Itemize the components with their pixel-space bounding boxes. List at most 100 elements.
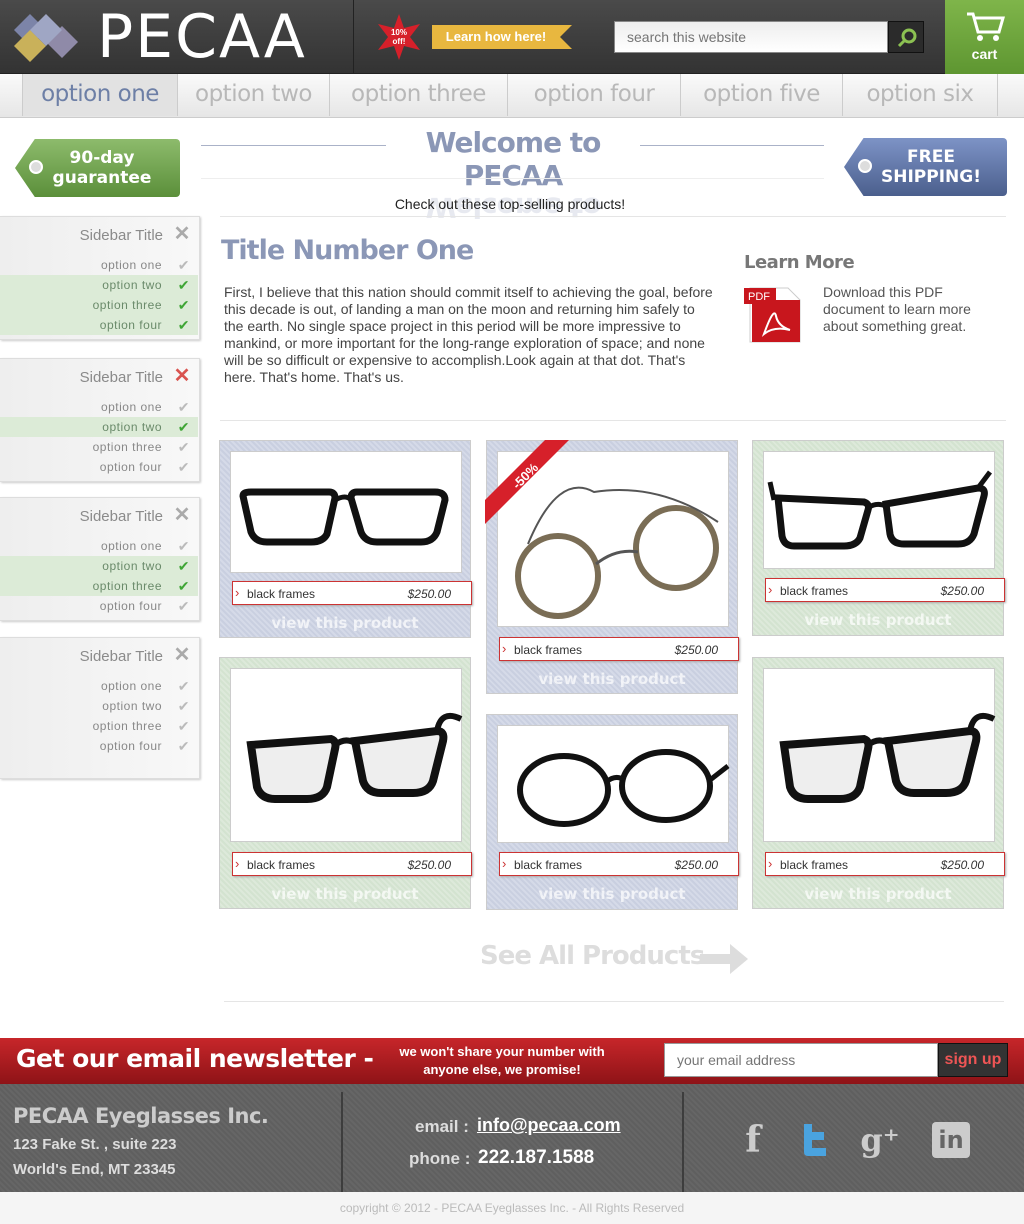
price-tag: › black frames $250.00 — [765, 852, 1005, 876]
product-name: black frames — [247, 587, 316, 601]
sidebar-option[interactable]: option four ✔ — [0, 596, 198, 616]
product-image[interactable] — [230, 668, 463, 842]
sidebar-title: Sidebar Title — [79, 369, 163, 386]
linkedin-icon[interactable]: in — [932, 1122, 970, 1158]
product-image[interactable] — [763, 668, 996, 842]
phone-label: phone : — [409, 1149, 471, 1168]
product-image[interactable] — [230, 451, 462, 573]
sidebar-option[interactable]: option two ✔ — [0, 417, 198, 437]
google-plus-icon[interactable]: g⁺ — [860, 1120, 900, 1160]
email-link[interactable]: info@pecaa.com — [477, 1115, 621, 1136]
sidebar-option[interactable]: option three ✔ — [0, 437, 198, 457]
product-price: $250.00 — [674, 643, 718, 657]
logo-text: PECAA — [97, 2, 307, 72]
nav-item-option-one[interactable]: option one — [22, 74, 178, 116]
cart-icon — [967, 12, 1005, 41]
welcome-rule-right — [640, 145, 824, 146]
email-field[interactable] — [664, 1043, 938, 1077]
product-name: black frames — [514, 858, 583, 872]
glasses-icon — [779, 713, 996, 803]
check-icon: ✔ — [177, 419, 190, 435]
view-product-link[interactable]: view this product — [220, 614, 470, 632]
glasses-icon — [767, 470, 992, 550]
logo[interactable]: PECAA — [0, 0, 354, 74]
price-tag: › black frames $250.00 — [499, 637, 739, 661]
cart-button[interactable]: cart — [945, 0, 1024, 74]
product-card[interactable]: › black frames $250.00 view this product — [752, 657, 1005, 909]
facebook-icon[interactable]: f — [733, 1120, 773, 1160]
sidebar-title: Sidebar Title — [79, 508, 163, 525]
price-tag: › black frames $250.00 — [499, 852, 739, 876]
address-line-1: 123 Fake St. , suite 223 — [13, 1136, 177, 1153]
product-name: black frames — [514, 643, 583, 657]
sidebar-option[interactable]: option one ✔ — [0, 397, 198, 417]
sign-up-button[interactable]: sign up — [938, 1043, 1008, 1077]
sidebar-option[interactable]: option two ✔ — [0, 696, 198, 716]
product-price: $250.00 — [940, 584, 984, 598]
view-product-link[interactable]: view this product — [487, 670, 737, 688]
footer-divider — [682, 1092, 684, 1192]
tag-arrow-icon: › — [502, 856, 507, 871]
sidebar-option[interactable]: option one ✔ — [0, 536, 198, 556]
pdf-icon[interactable]: PDF — [744, 286, 802, 344]
sidebar-option[interactable]: option four ✔ — [0, 315, 198, 335]
product-card[interactable]: › black frames $250.00 view this product — [752, 440, 1005, 636]
close-icon[interactable]: ✕ — [173, 505, 191, 525]
sidebar-block: Sidebar Title ✕ option one ✔ option two ✔ … — [0, 497, 200, 621]
tag-hole — [29, 160, 43, 174]
product-name: black frames — [247, 858, 316, 872]
sidebar-option[interactable]: option three ✔ — [0, 716, 198, 736]
sidebar-option[interactable]: option one ✔ — [0, 255, 198, 275]
promo-star-badge[interactable]: 10% off! — [376, 14, 422, 60]
twitter-icon[interactable] — [794, 1120, 834, 1160]
arrow-right-icon[interactable] — [700, 944, 748, 974]
learn-more-title: Learn More — [744, 252, 855, 273]
product-price: $250.00 — [674, 858, 718, 872]
check-icon: ✔ — [177, 598, 190, 614]
sidebar-option[interactable]: option four ✔ — [0, 457, 198, 477]
welcome-divider — [201, 178, 824, 179]
view-product-link[interactable]: view this product — [753, 885, 1003, 903]
close-icon[interactable]: ✕ — [173, 366, 191, 386]
check-icon: ✔ — [177, 678, 190, 694]
sidebar-option[interactable]: option two ✔ — [0, 275, 198, 295]
sidebar-option[interactable]: option two ✔ — [0, 556, 198, 576]
view-product-link[interactable]: view this product — [487, 885, 737, 903]
free-shipping-tag: FREE SHIPPING! — [844, 138, 1007, 196]
nav-item-option-two[interactable]: option two — [178, 74, 330, 116]
sidebar-block: Sidebar Title ✕ option one ✔ option two ✔ … — [0, 637, 200, 779]
product-price: $250.00 — [940, 858, 984, 872]
svg-text:10%: 10% — [391, 28, 407, 37]
product-image[interactable] — [497, 725, 730, 843]
sidebar-option[interactable]: option four ✔ — [0, 736, 198, 756]
sidebar-option[interactable]: option three ✔ — [0, 576, 198, 596]
product-card[interactable]: › black frames $250.00 view this product — [219, 657, 472, 909]
search-input[interactable] — [614, 21, 888, 53]
nav-item-option-four[interactable]: option four — [508, 74, 681, 116]
glasses-icon — [517, 749, 730, 827]
search-button[interactable] — [888, 21, 924, 53]
close-icon[interactable]: ✕ — [173, 224, 191, 244]
promo-link[interactable]: Learn how here! — [436, 29, 556, 44]
welcome-rule-left — [201, 145, 386, 146]
sale-ribbon: -50% — [485, 440, 569, 524]
product-card[interactable]: › black frames $250.00 view this product — [486, 714, 739, 910]
check-icon: ✔ — [177, 317, 190, 333]
product-image[interactable] — [763, 451, 995, 569]
copyright: copyright © 2012 - PECAA Eyeglasses Inc.… — [0, 1192, 1024, 1224]
close-icon[interactable]: ✕ — [173, 645, 191, 665]
product-name: black frames — [780, 858, 849, 872]
check-icon: ✔ — [177, 399, 190, 415]
sidebar-option[interactable]: option three ✔ — [0, 295, 198, 315]
product-card[interactable]: › black frames $250.00 view this product — [219, 440, 472, 638]
view-product-link[interactable]: view this product — [753, 611, 1003, 629]
see-all-products-link[interactable]: See All Products — [480, 941, 705, 971]
nav-item-option-six[interactable]: option six — [843, 74, 998, 116]
nav-item-option-three[interactable]: option three — [330, 74, 508, 116]
check-icon: ✔ — [177, 578, 190, 594]
sidebar-option[interactable]: option one ✔ — [0, 676, 198, 696]
product-price: $250.00 — [407, 587, 451, 601]
search-icon — [897, 28, 917, 48]
nav-item-option-five[interactable]: option five — [681, 74, 843, 116]
view-product-link[interactable]: view this product — [220, 885, 470, 903]
